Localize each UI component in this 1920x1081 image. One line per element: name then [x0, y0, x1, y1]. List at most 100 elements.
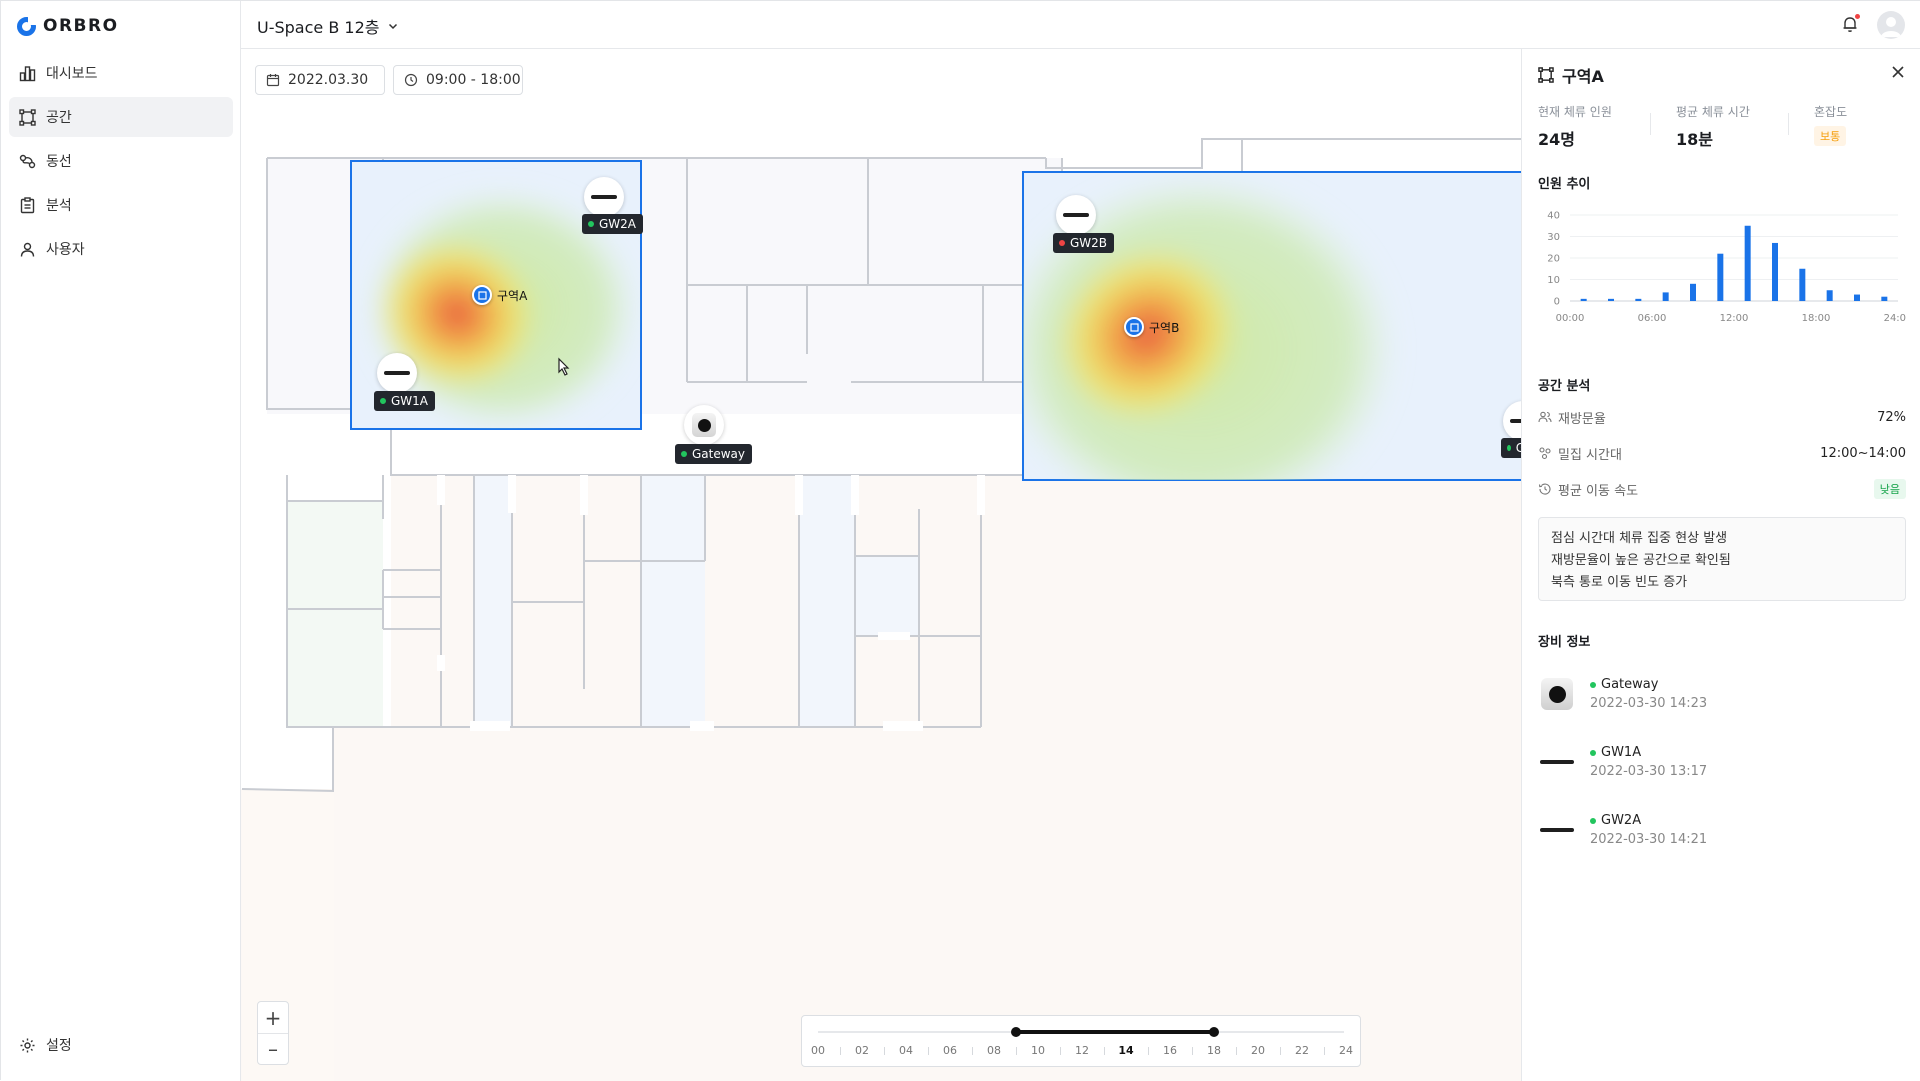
analysis-value: 12:00~14:00 [1820, 445, 1906, 461]
close-icon [1892, 66, 1904, 78]
zoom-in-button[interactable]: + [258, 1002, 288, 1033]
time-range-value: 09:00 - 18:00 [426, 72, 521, 88]
user-icon [20, 242, 35, 257]
equipment-title: 장비 정보 [1538, 635, 1591, 650]
cluster-icon [1539, 447, 1551, 460]
speed-badge: 낮음 [1873, 479, 1906, 499]
sidebar-item-label: 사용자 [46, 242, 85, 258]
time-slider-tick [1104, 1047, 1105, 1055]
calendar-icon [266, 74, 280, 87]
status-dot [1590, 749, 1596, 756]
time-slider-range [1016, 1030, 1214, 1034]
device-tag-gateway[interactable]: Gateway [675, 444, 753, 464]
zone-detail-panel: 구역A 현재 체류 인원 24명 평균 체류 시간 18분 혼잡도 보통 인원 … [1521, 49, 1920, 1081]
device-gw2a[interactable] [584, 177, 624, 217]
clock-icon [404, 73, 418, 87]
sidebar-item-route[interactable]: 동선 [9, 141, 233, 181]
sidebar-item-space[interactable]: 공간 [9, 97, 233, 137]
device-gw1a[interactable] [377, 353, 417, 393]
close-button[interactable] [1889, 63, 1907, 81]
zoom-out-button[interactable]: – [258, 1033, 288, 1064]
chart-ytick-label: 10 [1547, 275, 1560, 286]
sidebar-item-analysis[interactable]: 분석 [9, 185, 233, 225]
analysis-row-revisit: 재방문율 72% [1538, 405, 1906, 429]
zone-marker-a[interactable]: 구역A [472, 285, 527, 305]
logo[interactable]: ORBRO [17, 16, 119, 36]
time-slider-label: 04 [899, 1044, 913, 1057]
device-tag-gw2b[interactable]: GW2B [1053, 233, 1115, 253]
sidebar-item-users[interactable]: 사용자 [9, 229, 233, 269]
trend-chart: 0 10 20 30 40 00:00 06:00 12:00 18:00 24:00 [1547, 211, 1906, 325]
gateway-bar-icon [1538, 811, 1576, 849]
analysis-title: 공간 분석 [1538, 379, 1591, 394]
analysis-label: 평균 이동 속도 [1558, 483, 1639, 499]
time-slider-tick [928, 1047, 929, 1055]
divider [1788, 113, 1789, 135]
time-slider-tick [1016, 1047, 1017, 1055]
floor-selector[interactable]: U-Space B 12층 [257, 14, 399, 38]
device-tag-gw1a[interactable]: GW1A [374, 391, 436, 411]
device-tag-gw2a[interactable]: GW2A [582, 214, 644, 234]
zone-marker-b[interactable]: 구역B [1124, 317, 1179, 337]
zoom-controls: + – [257, 1001, 289, 1065]
time-slider-tick [972, 1047, 973, 1055]
time-slider-label: 22 [1295, 1044, 1309, 1057]
notification-button[interactable] [1841, 14, 1860, 33]
status-dot [681, 451, 687, 457]
stat-congestion: 혼잡도 보통 [1814, 103, 1847, 146]
avatar[interactable] [1877, 11, 1905, 39]
equipment-item-gateway[interactable]: Gateway 2022-03-30 14:23 [1538, 669, 1906, 719]
time-slider-labels: 00 02 04 06 08 10 12 14 16 18 20 22 24 [802, 1044, 1360, 1058]
chart-xtick-label: 18:00 [1802, 313, 1831, 324]
insight-line: 재방문율이 높은 공간으로 확인됨 [1551, 553, 1731, 568]
status-dot [1059, 240, 1065, 246]
time-slider-label: 12 [1075, 1044, 1089, 1057]
time-slider-label: 06 [943, 1044, 957, 1057]
time-range-picker[interactable]: 09:00 - 18:00 [393, 65, 523, 95]
device-tag-partial[interactable]: G [1501, 438, 1521, 458]
gateway-bar-icon [384, 371, 410, 375]
chart-bar [1717, 253, 1724, 301]
analysis-value: 72% [1877, 409, 1906, 425]
equipment-time: 2022-03-30 13:17 [1590, 764, 1708, 779]
equipment-name: Gateway [1601, 677, 1659, 692]
gear-icon [20, 1038, 35, 1052]
date-value: 2022.03.30 [288, 72, 369, 88]
time-slider-tick [1324, 1047, 1325, 1055]
chart-bar [1690, 283, 1696, 301]
equipment-item-gw1a[interactable]: GW1A 2022-03-30 13:17 [1538, 737, 1906, 787]
time-slider-label: 08 [987, 1044, 1001, 1057]
divider [1650, 113, 1651, 135]
insight-line: 북측 통로 이동 빈도 증가 [1551, 575, 1688, 590]
equipment-name: GW1A [1601, 745, 1642, 760]
sidebar-item-label: 설정 [46, 1038, 72, 1054]
time-slider-start-handle[interactable] [1011, 1027, 1021, 1037]
time-slider-label: 20 [1251, 1044, 1265, 1057]
device-gw2b[interactable] [1056, 195, 1096, 235]
device-name: Gateway [692, 447, 746, 461]
date-picker[interactable]: 2022.03.30 [255, 65, 385, 95]
route-icon [19, 154, 36, 168]
gateway-bar-icon [1063, 213, 1089, 217]
status-dot [1590, 817, 1596, 824]
time-slider-tick [884, 1047, 885, 1055]
chart-bar [1799, 268, 1806, 301]
time-slider-track[interactable] [818, 1027, 1344, 1037]
equipment-item-gw2a[interactable]: GW2A 2022-03-30 14:21 [1538, 805, 1906, 855]
time-slider-tick [840, 1047, 841, 1055]
floor-map[interactable]: 2022.03.30 09:00 - 18:00 구역A 구역B GW2A GW… [241, 49, 1521, 1081]
stat-average: 평균 체류 시간 18분 [1676, 103, 1750, 150]
device-gateway[interactable] [684, 405, 724, 445]
time-slider-end-handle[interactable] [1209, 1027, 1219, 1037]
sidebar-item-label: 대시보드 [46, 66, 98, 82]
time-slider[interactable]: 00 02 04 06 08 10 12 14 16 18 20 22 24 [801, 1015, 1361, 1067]
gateway-bar-icon [591, 195, 617, 199]
sidebar-item-settings[interactable]: 설정 [9, 1025, 233, 1065]
equipment-time: 2022-03-30 14:21 [1590, 832, 1708, 847]
app-window: ORBRO 대시보드 공간 동선 분석 사용자 설정 U-Space B 12층… [0, 0, 1920, 1081]
sidebar-item-dashboard[interactable]: 대시보드 [9, 53, 233, 93]
time-slider-label: 18 [1207, 1044, 1221, 1057]
gateway-bar-icon [1538, 743, 1576, 781]
equipment-time: 2022-03-30 14:23 [1590, 696, 1708, 711]
chart-ytick-label: 20 [1547, 254, 1560, 265]
